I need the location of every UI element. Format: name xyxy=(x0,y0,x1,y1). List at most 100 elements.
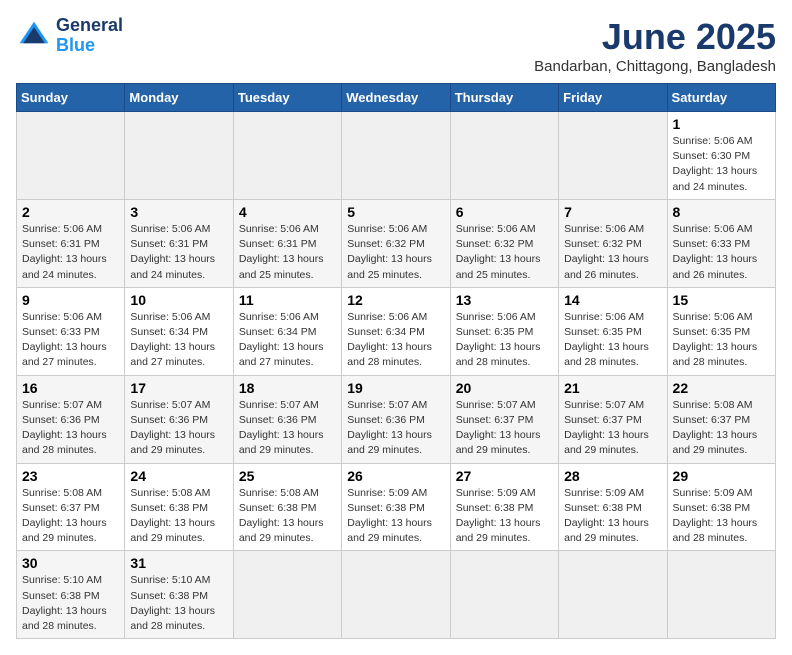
table-row: 3Sunrise: 5:06 AM Sunset: 6:31 PM Daylig… xyxy=(125,199,233,287)
day-number: 6 xyxy=(456,204,553,220)
day-number: 4 xyxy=(239,204,336,220)
header-friday: Friday xyxy=(559,84,667,112)
table-row: 26 Sunrise: 5:09 AM Sunset: 6:38 PM Dayli… xyxy=(342,463,450,551)
calendar-week-row: 16 Sunrise: 5:07 AM Sunset: 6:36 PM Dayli… xyxy=(17,375,776,463)
logo-text-line1: General xyxy=(56,16,123,36)
logo: General Blue xyxy=(16,16,123,56)
table-row: 1 Sunrise: 5:06 AM Sunset: 6:30 PM Daylig… xyxy=(667,112,775,200)
day-info: Sunrise: 5:06 AM Sunset: 6:34 PM Dayligh… xyxy=(347,310,444,371)
day-number: 23 xyxy=(22,468,119,484)
table-row: 5Sunrise: 5:06 AM Sunset: 6:32 PM Daylig… xyxy=(342,199,450,287)
calendar-subtitle: Bandarban, Chittagong, Bangladesh xyxy=(534,58,776,75)
day-number: 29 xyxy=(673,468,770,484)
table-row: 14Sunrise: 5:06 AM Sunset: 6:35 PM Dayli… xyxy=(559,287,667,375)
table-row: 19 Sunrise: 5:07 AM Sunset: 6:36 PM Dayli… xyxy=(342,375,450,463)
day-info: Sunrise: 5:07 AM Sunset: 6:37 PM Dayligh… xyxy=(564,398,661,459)
day-number: 16 xyxy=(22,380,119,396)
table-row: 15 Sunrise: 5:06 AM Sunset: 6:35 PM Dayli… xyxy=(667,287,775,375)
table-row xyxy=(450,112,558,200)
table-row xyxy=(450,551,558,639)
day-info: Sunrise: 5:06 AM Sunset: 6:32 PM Dayligh… xyxy=(564,222,661,283)
table-row xyxy=(559,112,667,200)
day-info: Sunrise: 5:09 AM Sunset: 6:38 PM Dayligh… xyxy=(347,486,444,547)
table-row xyxy=(342,551,450,639)
header-thursday: Thursday xyxy=(450,84,558,112)
days-header-row: Sunday Monday Tuesday Wednesday Thursday… xyxy=(17,84,776,112)
header-tuesday: Tuesday xyxy=(233,84,341,112)
day-number: 2 xyxy=(22,204,119,220)
day-number: 25 xyxy=(239,468,336,484)
day-number: 7 xyxy=(564,204,661,220)
day-info: Sunrise: 5:06 AM Sunset: 6:34 PM Dayligh… xyxy=(239,310,336,371)
day-info: Sunrise: 5:06 AM Sunset: 6:33 PM Dayligh… xyxy=(22,310,119,371)
header-wednesday: Wednesday xyxy=(342,84,450,112)
table-row xyxy=(559,551,667,639)
day-info: Sunrise: 5:10 AM Sunset: 6:38 PM Dayligh… xyxy=(22,573,119,634)
day-info: Sunrise: 5:07 AM Sunset: 6:36 PM Dayligh… xyxy=(130,398,227,459)
day-number: 10 xyxy=(130,292,227,308)
day-number: 28 xyxy=(564,468,661,484)
table-row: 18Sunrise: 5:07 AM Sunset: 6:36 PM Dayli… xyxy=(233,375,341,463)
day-number: 9 xyxy=(22,292,119,308)
day-info: Sunrise: 5:07 AM Sunset: 6:37 PM Dayligh… xyxy=(456,398,553,459)
table-row: 22 Sunrise: 5:08 AM Sunset: 6:37 PM Dayli… xyxy=(667,375,775,463)
table-row: 21 Sunrise: 5:07 AM Sunset: 6:37 PM Dayli… xyxy=(559,375,667,463)
table-row: 4 Sunrise: 5:06 AM Sunset: 6:31 PM Daylig… xyxy=(233,199,341,287)
header-saturday: Saturday xyxy=(667,84,775,112)
table-row: 27 Sunrise: 5:09 AM Sunset: 6:38 PM Dayli… xyxy=(450,463,558,551)
day-info: Sunrise: 5:09 AM Sunset: 6:38 PM Dayligh… xyxy=(564,486,661,547)
day-info: Sunrise: 5:06 AM Sunset: 6:31 PM Dayligh… xyxy=(130,222,227,283)
calendar-week-row: 23 Sunrise: 5:08 AM Sunset: 6:37 PM Dayli… xyxy=(17,463,776,551)
day-number: 27 xyxy=(456,468,553,484)
table-row xyxy=(125,112,233,200)
day-info: Sunrise: 5:06 AM Sunset: 6:32 PM Dayligh… xyxy=(456,222,553,283)
day-number: 22 xyxy=(673,380,770,396)
day-info: Sunrise: 5:06 AM Sunset: 6:31 PM Dayligh… xyxy=(239,222,336,283)
table-row: 30 Sunrise: 5:10 AM Sunset: 6:38 PM Dayli… xyxy=(17,551,125,639)
day-info: Sunrise: 5:09 AM Sunset: 6:38 PM Dayligh… xyxy=(673,486,770,547)
calendar-title: June 2025 xyxy=(534,16,776,58)
day-info: Sunrise: 5:06 AM Sunset: 6:35 PM Dayligh… xyxy=(673,310,770,371)
table-row: 31 Sunrise: 5:10 AM Sunset: 6:38 PM Dayli… xyxy=(125,551,233,639)
table-row: 2Sunrise: 5:06 AM Sunset: 6:31 PM Daylig… xyxy=(17,199,125,287)
day-info: Sunrise: 5:10 AM Sunset: 6:38 PM Dayligh… xyxy=(130,573,227,634)
table-row: 25 Sunrise: 5:08 AM Sunset: 6:38 PM Dayli… xyxy=(233,463,341,551)
day-info: Sunrise: 5:06 AM Sunset: 6:30 PM Dayligh… xyxy=(673,134,770,195)
day-info: Sunrise: 5:08 AM Sunset: 6:37 PM Dayligh… xyxy=(22,486,119,547)
calendar-week-row: 9 Sunrise: 5:06 AM Sunset: 6:33 PM Daylig… xyxy=(17,287,776,375)
day-info: Sunrise: 5:07 AM Sunset: 6:36 PM Dayligh… xyxy=(347,398,444,459)
table-row: 23 Sunrise: 5:08 AM Sunset: 6:37 PM Dayli… xyxy=(17,463,125,551)
day-number: 5 xyxy=(347,204,444,220)
day-number: 21 xyxy=(564,380,661,396)
day-number: 8 xyxy=(673,204,770,220)
table-row xyxy=(17,112,125,200)
day-info: Sunrise: 5:08 AM Sunset: 6:38 PM Dayligh… xyxy=(130,486,227,547)
table-row: 17Sunrise: 5:07 AM Sunset: 6:36 PM Dayli… xyxy=(125,375,233,463)
table-row: 12 Sunrise: 5:06 AM Sunset: 6:34 PM Dayli… xyxy=(342,287,450,375)
day-number: 26 xyxy=(347,468,444,484)
day-number: 30 xyxy=(22,555,119,571)
day-info: Sunrise: 5:08 AM Sunset: 6:37 PM Dayligh… xyxy=(673,398,770,459)
day-number: 11 xyxy=(239,292,336,308)
table-row: 11 Sunrise: 5:06 AM Sunset: 6:34 PM Dayli… xyxy=(233,287,341,375)
table-row xyxy=(342,112,450,200)
day-number: 31 xyxy=(130,555,227,571)
day-info: Sunrise: 5:08 AM Sunset: 6:38 PM Dayligh… xyxy=(239,486,336,547)
table-row: 10Sunrise: 5:06 AM Sunset: 6:34 PM Dayli… xyxy=(125,287,233,375)
day-number: 13 xyxy=(456,292,553,308)
day-number: 15 xyxy=(673,292,770,308)
day-number: 19 xyxy=(347,380,444,396)
day-number: 1 xyxy=(673,116,770,132)
table-row: 13Sunrise: 5:06 AM Sunset: 6:35 PM Dayli… xyxy=(450,287,558,375)
table-row: 7 Sunrise: 5:06 AM Sunset: 6:32 PM Daylig… xyxy=(559,199,667,287)
day-info: Sunrise: 5:09 AM Sunset: 6:38 PM Dayligh… xyxy=(456,486,553,547)
calendar-week-row: 30 Sunrise: 5:10 AM Sunset: 6:38 PM Dayli… xyxy=(17,551,776,639)
table-row: 29 Sunrise: 5:09 AM Sunset: 6:38 PM Dayli… xyxy=(667,463,775,551)
day-number: 24 xyxy=(130,468,227,484)
table-row: 6 Sunrise: 5:06 AM Sunset: 6:32 PM Daylig… xyxy=(450,199,558,287)
table-row: 20Sunrise: 5:07 AM Sunset: 6:37 PM Dayli… xyxy=(450,375,558,463)
table-row: 16Sunrise: 5:07 AM Sunset: 6:36 PM Dayli… xyxy=(17,375,125,463)
table-row xyxy=(233,551,341,639)
day-number: 12 xyxy=(347,292,444,308)
page-header: General Blue June 2025 Bandarban, Chitta… xyxy=(16,16,776,75)
